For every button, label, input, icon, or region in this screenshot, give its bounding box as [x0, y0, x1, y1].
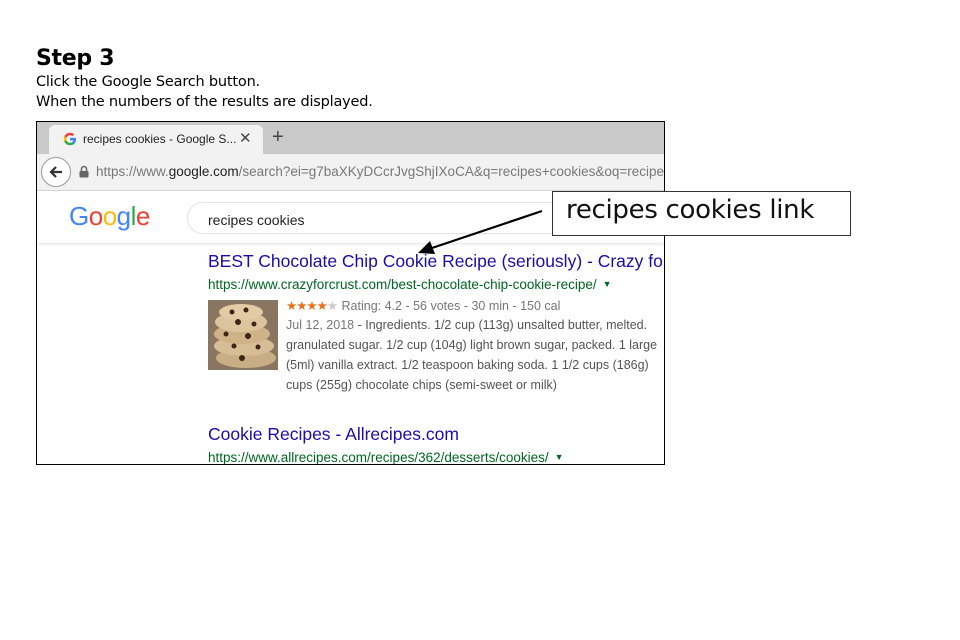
instruction-line-2: When the numbers of the results are disp…	[36, 94, 373, 110]
logo-letter: o	[102, 201, 117, 231]
result-2-title-link[interactable]: Cookie Recipes - Allrecipes.com	[208, 424, 459, 445]
snippet-text-1: - Ingredients. 1/2 cup (113g) unsalted b…	[354, 318, 648, 332]
cookie-thumbnail-image[interactable]	[208, 300, 278, 370]
logo-letter: G	[69, 201, 89, 231]
result-2-url: https://www.allrecipes.com/recipes/362/d…	[208, 450, 564, 465]
result-1-snippet-line-3: (5ml) vanilla extract. 1/2 teaspoon baki…	[286, 358, 649, 372]
result-2-url-text: https://www.allrecipes.com/recipes/362/d…	[208, 450, 549, 465]
tab-title: recipes cookies - Google S...	[83, 132, 237, 146]
browser-window: recipes cookies - Google S... ✕ + https:…	[36, 121, 665, 465]
back-arrow-icon	[49, 166, 62, 178]
result-1-snippet-line-1: Jul 12, 2018 - Ingredients. 1/2 cup (113…	[286, 318, 647, 332]
result-1-date: Jul 12, 2018	[286, 318, 355, 332]
result-1-snippet-line-2: granulated sugar. 1/2 cup (104g) light b…	[286, 338, 658, 352]
result-1-url-text: https://www.crazyforcrust.com/best-choco…	[208, 277, 597, 292]
logo-letter: e	[135, 201, 150, 231]
new-tab-button[interactable]: +	[272, 125, 284, 149]
url-domain: google.com	[168, 164, 239, 179]
url-prefix: https://www.	[96, 164, 169, 179]
browser-toolbar: https://www.google.com/search?ei=g7baXKy…	[37, 154, 664, 191]
lock-icon	[79, 165, 89, 178]
browser-tab[interactable]: recipes cookies - Google S... ✕	[49, 125, 263, 154]
search-query: recipes cookies	[208, 212, 305, 228]
dropdown-arrow-icon[interactable]: ▼	[603, 279, 612, 289]
url-path: /search?ei=g7baXKyDCcrJvgShjIXoCA&q=reci…	[238, 164, 665, 179]
back-button[interactable]	[41, 157, 71, 187]
result-1-snippet-line-4: cups (255g) chocolate chips (semi-sweet …	[286, 378, 557, 392]
result-1-url: https://www.crazyforcrust.com/best-choco…	[208, 277, 612, 292]
instruction-line-1: Click the Google Search button.	[36, 74, 260, 90]
logo-letter: o	[88, 201, 103, 231]
tab-bar: recipes cookies - Google S... ✕ +	[37, 122, 664, 154]
dropdown-arrow-icon[interactable]: ▼	[555, 452, 564, 462]
rating-stars: ★★★★	[286, 299, 328, 313]
rating-text: Rating: 4.2 - 56 votes - 30 min - 150 ca…	[341, 299, 561, 313]
callout-label: recipes cookies link	[566, 195, 815, 225]
address-bar[interactable]: https://www.google.com/search?ei=g7baXKy…	[96, 164, 665, 179]
callout-box: recipes cookies link	[552, 191, 851, 236]
google-logo[interactable]: Google	[69, 201, 150, 232]
result-1-rating: ★★★★★ Rating: 4.2 - 56 votes - 30 min - …	[286, 298, 560, 313]
rating-star-empty: ★	[326, 299, 339, 313]
google-favicon-icon	[63, 132, 76, 146]
step-title: Step 3	[36, 46, 115, 71]
result-1-title-link[interactable]: BEST Chocolate Chip Cookie Recipe (serio…	[208, 251, 664, 272]
tab-close-icon[interactable]: ✕	[239, 129, 252, 147]
logo-letter: g	[116, 201, 131, 231]
